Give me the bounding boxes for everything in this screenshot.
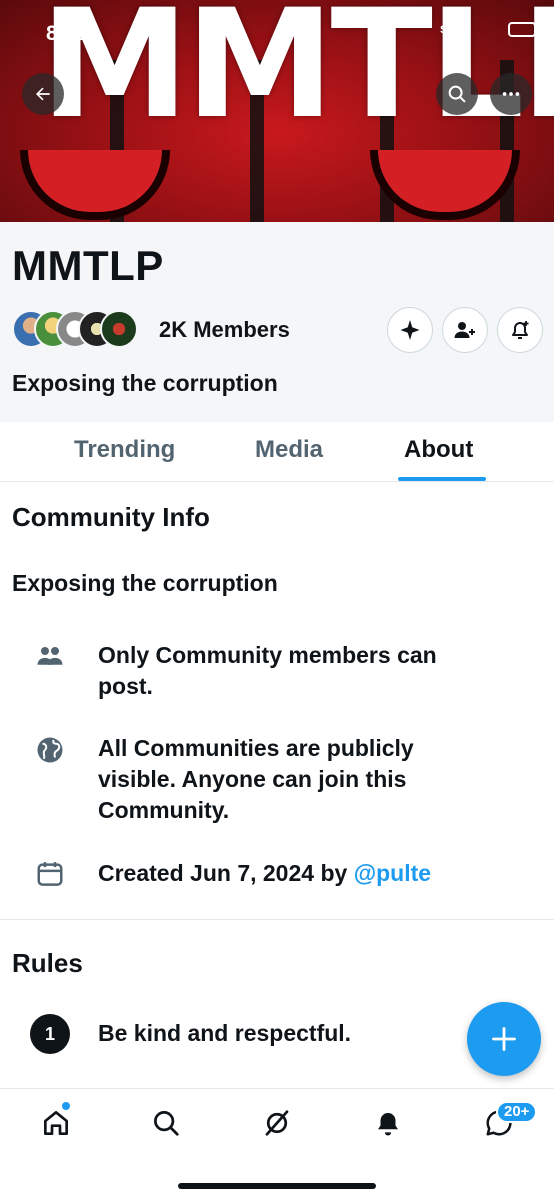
visibility-text: All Communities are publicly visible. An… (98, 735, 414, 823)
tab-trending[interactable]: Trending (74, 436, 175, 464)
messages-badge: 20+ (496, 1101, 538, 1123)
section-divider (0, 919, 554, 920)
community-header: MMTLP 2K Members Exposing the corruption (0, 222, 554, 422)
bell-plus-icon (512, 321, 529, 339)
globe-icon (35, 735, 65, 765)
nav-notifications[interactable] (370, 1105, 406, 1141)
compose-post-button[interactable] (467, 1002, 541, 1076)
more-dots-icon (502, 92, 520, 96)
invite-member-button[interactable] (442, 307, 488, 353)
active-tab-indicator (398, 477, 486, 481)
sparkle-icon (400, 320, 420, 340)
back-button[interactable] (22, 73, 64, 115)
grok-summary-button[interactable] (387, 307, 433, 353)
avatar (100, 310, 138, 348)
community-tabs: Trending Media About (0, 422, 554, 482)
tab-media[interactable]: Media (255, 436, 323, 464)
plus-icon (492, 1027, 516, 1051)
search-button[interactable] (436, 73, 478, 115)
notifications-button[interactable] (497, 307, 543, 353)
rule-number-badge: 1 (30, 1014, 70, 1054)
banner-title: MMTLP (40, 0, 554, 152)
home-icon (44, 1111, 68, 1135)
nav-home[interactable] (38, 1105, 74, 1141)
created-text: Created Jun 7, 2024 by @pulte (98, 858, 478, 889)
rule-text[interactable]: Be kind and respectful. (98, 1020, 351, 1047)
status-carrier: SOS (440, 24, 464, 36)
community-name: MMTLP (12, 242, 164, 289)
community-tagline: Exposing the corruption (12, 370, 278, 396)
status-time: 8:22 (46, 22, 89, 45)
grok-icon (265, 1110, 289, 1136)
search-icon (154, 1111, 179, 1136)
add-user-icon (454, 322, 475, 338)
creator-mention-link[interactable]: @pulte (354, 860, 431, 886)
arrow-left-icon (36, 87, 50, 101)
bell-icon (378, 1113, 398, 1136)
tab-about[interactable]: About (404, 436, 473, 464)
home-indicator (178, 1183, 376, 1189)
calendar-icon (35, 859, 65, 889)
people-icon (35, 641, 65, 671)
posting-permission-text: Only Community members can post. (98, 642, 437, 699)
battery-icon (508, 22, 536, 37)
search-icon (448, 85, 466, 103)
nav-grok[interactable] (259, 1105, 295, 1141)
bottom-navigation: 20+ (0, 1088, 554, 1200)
community-description: Exposing the corruption (12, 570, 278, 596)
new-content-dot (62, 1102, 70, 1110)
community-info-heading: Community Info (12, 502, 210, 532)
created-label: Created Jun 7, 2024 by (98, 860, 354, 886)
member-count[interactable]: 2K Members (159, 317, 290, 343)
scale-of-justice-left (20, 150, 170, 220)
more-options-button[interactable] (490, 73, 532, 115)
rules-heading: Rules (12, 948, 83, 978)
community-banner: MMTLP 8:22 SOS (0, 0, 554, 222)
member-avatars[interactable] (12, 310, 152, 350)
nav-explore[interactable] (148, 1105, 184, 1141)
